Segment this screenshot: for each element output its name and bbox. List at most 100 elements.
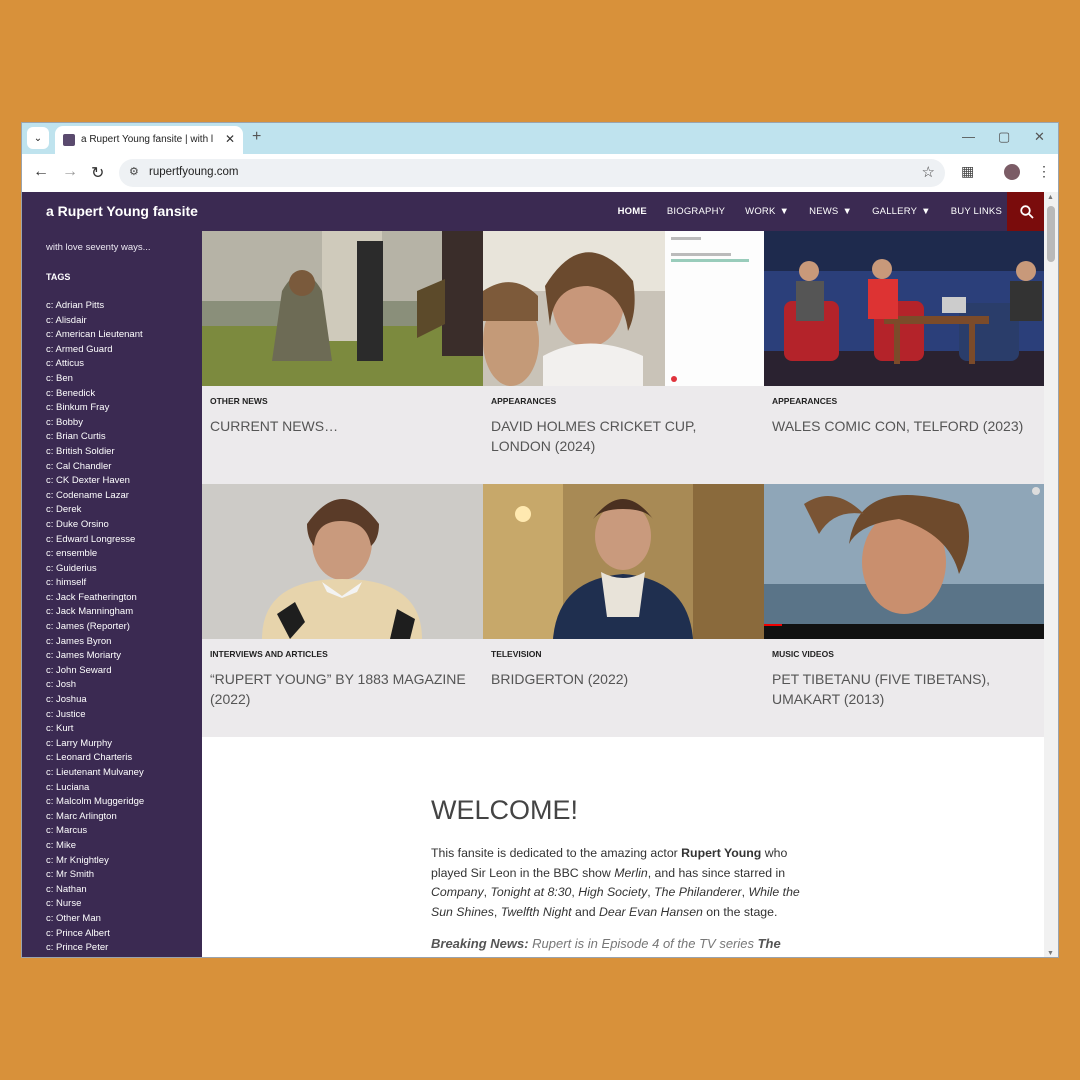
- post-category[interactable]: APPEARANCES: [491, 396, 556, 406]
- tag-link[interactable]: c: Kurt: [46, 722, 144, 737]
- tag-link[interactable]: c: Joshua: [46, 693, 144, 708]
- maximize-icon[interactable]: ▢: [998, 129, 1010, 145]
- tag-link[interactable]: c: Prince Albert: [46, 927, 144, 942]
- search-icon[interactable]: [1007, 192, 1046, 231]
- tag-link[interactable]: c: Guiderius: [46, 562, 144, 577]
- tag-link[interactable]: c: Jack Featherington: [46, 591, 144, 606]
- tag-link[interactable]: c: Other Man: [46, 912, 144, 927]
- bookmark-star-icon[interactable]: ☆: [922, 163, 935, 181]
- tag-link[interactable]: c: Mr Smith: [46, 868, 144, 883]
- site-info-icon[interactable]: ⚙: [129, 165, 139, 178]
- nav-item-biography[interactable]: BIOGRAPHY: [667, 206, 725, 217]
- tag-link[interactable]: c: Josh: [46, 678, 144, 693]
- scroll-up-icon[interactable]: ▲: [1047, 194, 1054, 201]
- nav-label[interactable]: HOME: [618, 206, 647, 217]
- tag-link[interactable]: c: Cal Chandler: [46, 460, 144, 475]
- site-title[interactable]: a Rupert Young fansite: [46, 203, 198, 219]
- tag-link[interactable]: c: Marcus: [46, 824, 144, 839]
- close-window-icon[interactable]: ✕: [1034, 129, 1045, 145]
- tag-link[interactable]: c: Bobby: [46, 416, 144, 431]
- tag-link[interactable]: c: Armed Guard: [46, 343, 144, 358]
- minimize-icon[interactable]: —: [962, 129, 975, 144]
- tag-link[interactable]: c: Edward Longresse: [46, 533, 144, 548]
- caret-down-icon[interactable]: ▼: [780, 206, 790, 217]
- browser-tab[interactable]: a Rupert Young fansite | with lo ✕: [55, 126, 243, 154]
- post-category[interactable]: MUSIC VIDEOS: [772, 649, 834, 659]
- tag-link[interactable]: c: ensemble: [46, 547, 144, 562]
- tag-link[interactable]: c: Atticus: [46, 357, 144, 372]
- nav-item-work[interactable]: WORK ▼: [745, 206, 789, 217]
- nav-item-news[interactable]: NEWS ▼: [809, 206, 852, 217]
- tag-link[interactable]: c: Mike: [46, 839, 144, 854]
- tag-link[interactable]: c: John Seward: [46, 664, 144, 679]
- tag-link[interactable]: c: Binkum Fray: [46, 401, 144, 416]
- tag-link[interactable]: c: CK Dexter Haven: [46, 474, 144, 489]
- profile-avatar[interactable]: [1004, 164, 1020, 180]
- tag-link[interactable]: c: Luciana: [46, 781, 144, 796]
- post-category[interactable]: TELEVISION: [491, 649, 542, 659]
- post-category[interactable]: OTHER NEWS: [210, 396, 268, 406]
- tag-link[interactable]: c: himself: [46, 576, 144, 591]
- tag-link[interactable]: c: Leonard Charteris: [46, 751, 144, 766]
- post-thumbnail[interactable]: [483, 484, 764, 639]
- post-thumbnail[interactable]: [483, 231, 764, 386]
- post-category[interactable]: APPEARANCES: [772, 396, 837, 406]
- address-bar[interactable]: ⚙ rupertfyoung.com ☆: [119, 159, 945, 187]
- nav-item-buy-links[interactable]: BUY LINKS: [951, 206, 1002, 217]
- post-title[interactable]: “RUPERT YOUNG” BY 1883 MAGAZINE (2022): [210, 670, 472, 709]
- tag-link[interactable]: c: James Byron: [46, 635, 144, 650]
- post-category[interactable]: INTERVIEWS AND ARTICLES: [210, 649, 328, 659]
- tag-link[interactable]: c: Lieutenant Mulvaney: [46, 766, 144, 781]
- tag-link[interactable]: c: Marc Arlington: [46, 810, 144, 825]
- tag-link[interactable]: c: Nathan: [46, 883, 144, 898]
- post-title[interactable]: CURRENT NEWS…: [210, 417, 472, 437]
- reload-icon[interactable]: ↻: [91, 163, 104, 183]
- post-card[interactable]: INTERVIEWS AND ARTICLES “RUPERT YOUNG” B…: [202, 484, 483, 737]
- post-title[interactable]: BRIDGERTON (2022): [491, 670, 753, 690]
- post-title[interactable]: DAVID HOLMES CRICKET CUP, LONDON (2024): [491, 417, 753, 456]
- url-text[interactable]: rupertfyoung.com: [149, 166, 239, 178]
- nav-label[interactable]: WORK: [745, 206, 775, 217]
- tag-link[interactable]: c: Derek: [46, 503, 144, 518]
- tag-link[interactable]: c: Duke Orsino: [46, 518, 144, 533]
- nav-item-gallery[interactable]: GALLERY ▼: [872, 206, 931, 217]
- tab-search-chevron-icon[interactable]: ⌄: [27, 127, 49, 149]
- close-tab-icon[interactable]: ✕: [225, 132, 235, 146]
- tag-link[interactable]: c: Prince Peter: [46, 941, 144, 956]
- tag-link[interactable]: c: Brian Curtis: [46, 430, 144, 445]
- tag-link[interactable]: c: Adrian Pitts: [46, 299, 144, 314]
- tag-link[interactable]: c: British Soldier: [46, 445, 144, 460]
- post-thumbnail[interactable]: [202, 484, 483, 639]
- caret-down-icon[interactable]: ▼: [842, 206, 852, 217]
- tag-link[interactable]: c: Alisdair: [46, 314, 144, 329]
- tag-link[interactable]: c: Malcolm Muggeridge: [46, 795, 144, 810]
- post-card[interactable]: APPEARANCES WALES COMIC CON, TELFORD (20…: [764, 231, 1045, 484]
- tag-link[interactable]: c: James (Reporter): [46, 620, 144, 635]
- tag-link[interactable]: c: Benedick: [46, 387, 144, 402]
- post-card[interactable]: MUSIC VIDEOS PET TIBETANU (FIVE TIBETANS…: [764, 484, 1045, 737]
- caret-down-icon[interactable]: ▼: [921, 206, 931, 217]
- extensions-icon[interactable]: ▦: [961, 163, 974, 180]
- nav-item-home[interactable]: HOME: [618, 206, 647, 217]
- tag-link[interactable]: c: Codename Lazar: [46, 489, 144, 504]
- post-title[interactable]: PET TIBETANU (FIVE TIBETANS), UMAKART (2…: [772, 670, 1034, 709]
- scroll-thumb[interactable]: [1047, 206, 1055, 262]
- scroll-down-icon[interactable]: ▼: [1047, 950, 1054, 957]
- tag-link[interactable]: c: Ben: [46, 372, 144, 387]
- scrollbar[interactable]: ▲ ▼: [1044, 192, 1058, 957]
- tag-link[interactable]: c: Jack Manningham: [46, 605, 144, 620]
- nav-label[interactable]: NEWS: [809, 206, 838, 217]
- menu-icon[interactable]: ⋮: [1037, 163, 1051, 180]
- post-thumbnail[interactable]: [202, 231, 483, 386]
- post-thumbnail[interactable]: [764, 484, 1045, 639]
- post-thumbnail[interactable]: [764, 231, 1045, 386]
- back-icon[interactable]: ←: [33, 163, 49, 181]
- nav-label[interactable]: BIOGRAPHY: [667, 206, 725, 217]
- post-title[interactable]: WALES COMIC CON, TELFORD (2023): [772, 417, 1034, 437]
- nav-label[interactable]: BUY LINKS: [951, 206, 1002, 217]
- post-card[interactable]: APPEARANCES DAVID HOLMES CRICKET CUP, LO…: [483, 231, 764, 484]
- tag-link[interactable]: c: Justice: [46, 708, 144, 723]
- new-tab-icon[interactable]: +: [252, 128, 261, 146]
- post-card[interactable]: TELEVISION BRIDGERTON (2022): [483, 484, 764, 737]
- tag-link[interactable]: c: Mr Knightley: [46, 854, 144, 869]
